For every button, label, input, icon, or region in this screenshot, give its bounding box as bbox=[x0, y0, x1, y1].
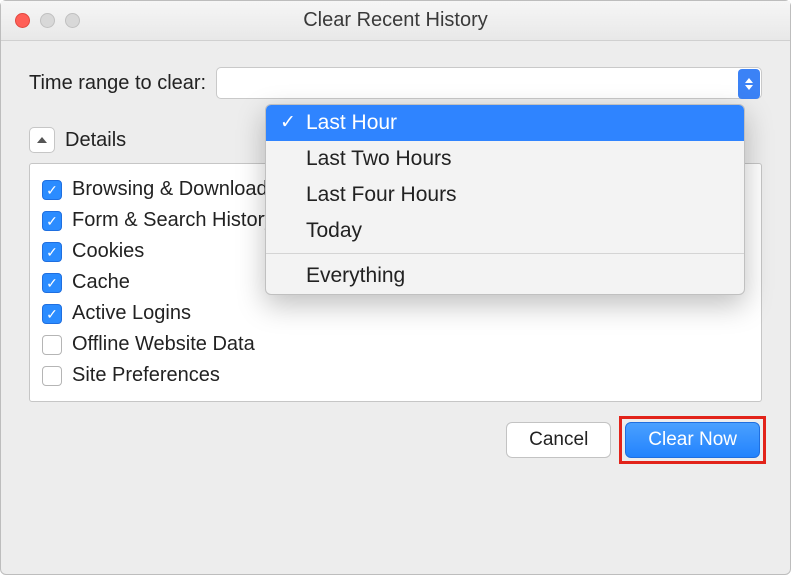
checkbox-site-prefs[interactable]: Site Preferences bbox=[42, 360, 749, 391]
clear-history-dialog: Clear Recent History Time range to clear… bbox=[0, 0, 791, 575]
time-range-dropdown[interactable]: Last Hour Last Two Hours Last Four Hours… bbox=[265, 104, 745, 295]
cancel-button[interactable]: Cancel bbox=[506, 422, 611, 458]
details-label: Details bbox=[65, 129, 126, 152]
dialog-buttons: Cancel Clear Now bbox=[29, 422, 762, 458]
dropdown-option-last-two-hours[interactable]: Last Two Hours bbox=[266, 141, 744, 177]
checkbox-icon[interactable] bbox=[42, 335, 62, 355]
checkbox-icon[interactable]: ✓ bbox=[42, 211, 62, 231]
maximize-window-icon bbox=[65, 13, 80, 28]
window-controls bbox=[15, 13, 80, 28]
checkbox-icon[interactable]: ✓ bbox=[42, 242, 62, 262]
details-disclosure-toggle[interactable] bbox=[29, 127, 55, 153]
dropdown-option-last-four-hours[interactable]: Last Four Hours bbox=[266, 177, 744, 213]
dialog-content: Time range to clear: Details ✓ Browsing … bbox=[1, 41, 790, 478]
checkbox-label: Cookies bbox=[72, 240, 144, 263]
checkbox-icon[interactable] bbox=[42, 366, 62, 386]
checkbox-active-logins[interactable]: ✓ Active Logins bbox=[42, 298, 749, 329]
close-window-icon[interactable] bbox=[15, 13, 30, 28]
select-stepper-icon[interactable] bbox=[738, 69, 760, 99]
checkbox-label: Site Preferences bbox=[72, 364, 220, 387]
dropdown-option-today[interactable]: Today bbox=[266, 213, 744, 249]
time-range-label: Time range to clear: bbox=[29, 72, 206, 95]
checkbox-label: Form & Search History bbox=[72, 209, 274, 232]
time-range-select[interactable] bbox=[216, 67, 762, 99]
checkbox-offline-data[interactable]: Offline Website Data bbox=[42, 329, 749, 360]
titlebar: Clear Recent History bbox=[1, 1, 790, 41]
checkbox-icon[interactable]: ✓ bbox=[42, 180, 62, 200]
time-range-row: Time range to clear: bbox=[29, 67, 762, 99]
dropdown-separator bbox=[266, 253, 744, 254]
checkbox-label: Cache bbox=[72, 271, 130, 294]
checkbox-icon[interactable]: ✓ bbox=[42, 273, 62, 293]
checkbox-label: Active Logins bbox=[72, 302, 191, 325]
checkbox-icon[interactable]: ✓ bbox=[42, 304, 62, 324]
minimize-window-icon bbox=[40, 13, 55, 28]
dropdown-option-last-hour[interactable]: Last Hour bbox=[266, 105, 744, 141]
checkbox-label: Offline Website Data bbox=[72, 333, 255, 356]
window-title: Clear Recent History bbox=[303, 9, 488, 32]
clear-now-button[interactable]: Clear Now bbox=[625, 422, 760, 458]
dropdown-option-everything[interactable]: Everything bbox=[266, 258, 744, 294]
chevron-up-icon bbox=[37, 137, 47, 143]
